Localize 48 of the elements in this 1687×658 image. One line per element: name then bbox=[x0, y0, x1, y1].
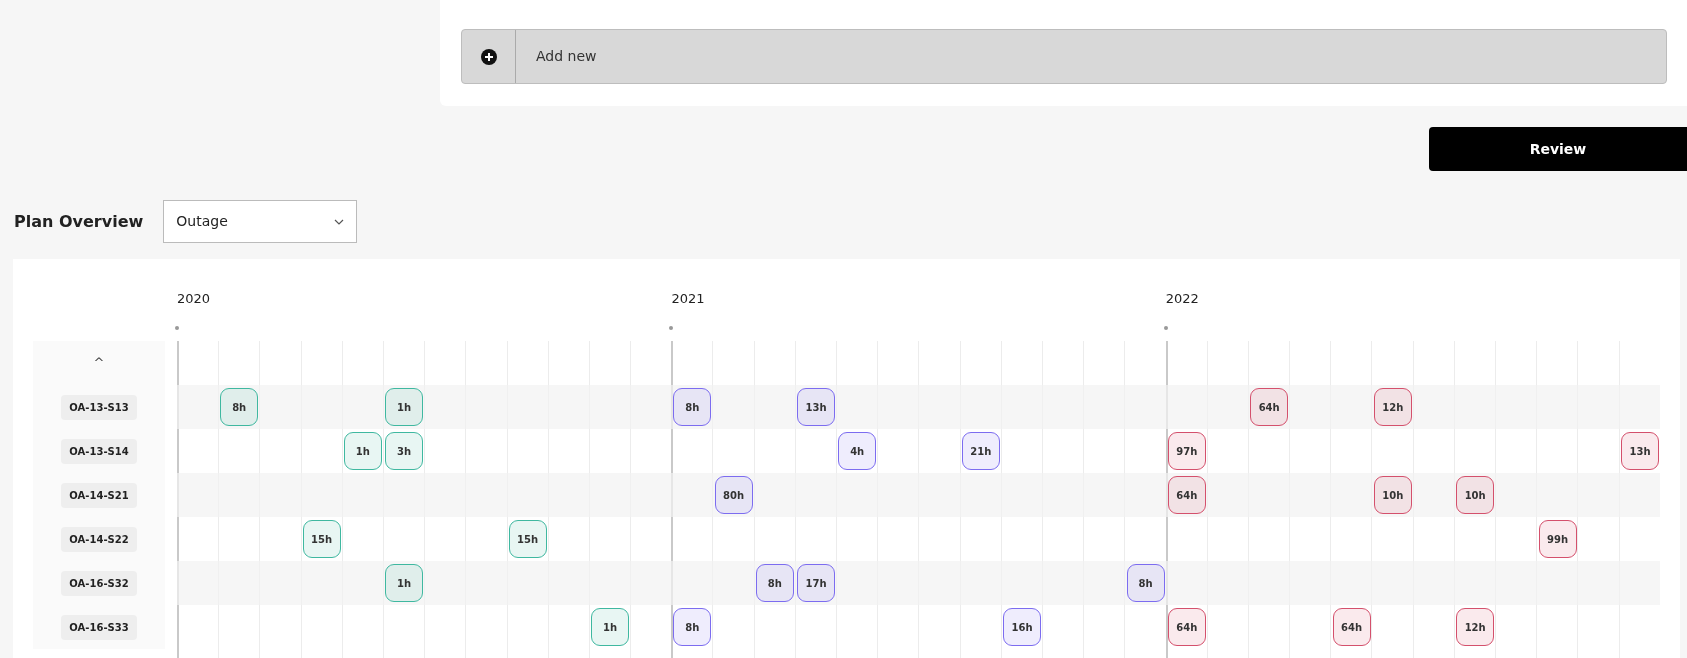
year-marker-icon bbox=[175, 325, 179, 330]
year-marker-icon bbox=[1163, 325, 1168, 330]
duration-chip[interactable]: 17h bbox=[797, 564, 835, 602]
duration-chip[interactable]: 1h bbox=[343, 432, 382, 470]
row-label: OA-14-S21 bbox=[61, 482, 137, 508]
duration-chip[interactable]: 1h bbox=[385, 388, 423, 426]
duration-chip[interactable]: 8h bbox=[220, 388, 259, 426]
duration-chip[interactable]: 12h bbox=[1456, 608, 1495, 646]
review-button[interactable]: Review bbox=[1429, 127, 1687, 171]
duration-chip[interactable]: 64h bbox=[1167, 476, 1206, 514]
duration-chip[interactable]: 64h bbox=[1332, 608, 1371, 646]
duration-chip[interactable]: 8h bbox=[755, 564, 794, 602]
duration-chip[interactable]: 16h bbox=[1003, 608, 1041, 646]
duration-chip[interactable]: 10h bbox=[1456, 476, 1495, 514]
chevron-down-icon bbox=[334, 218, 345, 225]
duration-chip[interactable]: 1h bbox=[591, 608, 629, 646]
row-label: OA-13-S13 bbox=[61, 394, 137, 420]
view-select[interactable]: Outage bbox=[163, 200, 358, 243]
year-label: 2021 bbox=[671, 291, 705, 306]
duration-chip[interactable]: 15h bbox=[508, 520, 547, 558]
row-label: OA-16-S32 bbox=[61, 570, 137, 596]
duration-chip[interactable]: 8h bbox=[673, 608, 712, 646]
plus-circle-icon bbox=[480, 48, 497, 65]
duration-chip[interactable]: 8h bbox=[1126, 564, 1165, 602]
duration-chip[interactable]: 12h bbox=[1373, 388, 1412, 426]
row-label: OA-14-S22 bbox=[61, 526, 137, 552]
duration-chip[interactable]: 8h bbox=[673, 388, 712, 426]
row-label: OA-13-S14 bbox=[61, 438, 137, 464]
duration-chip[interactable]: 21h bbox=[961, 432, 1000, 470]
duration-chip[interactable]: 64h bbox=[1250, 388, 1289, 426]
duration-chip[interactable]: 1h bbox=[385, 564, 423, 602]
duration-chip[interactable]: 10h bbox=[1373, 476, 1412, 514]
duration-chip[interactable]: 80h bbox=[714, 476, 753, 514]
duration-chip[interactable]: 4h bbox=[838, 432, 877, 470]
duration-chip[interactable]: 3h bbox=[385, 432, 423, 470]
duration-chip[interactable]: 15h bbox=[302, 520, 341, 558]
duration-chip[interactable]: 97h bbox=[1167, 432, 1206, 470]
add-new-button[interactable]: Add new bbox=[461, 29, 1667, 84]
year-label: 2022 bbox=[1165, 291, 1199, 306]
section-title: Plan Overview bbox=[14, 210, 144, 233]
duration-chip[interactable]: 13h bbox=[1621, 432, 1659, 470]
collapse-button[interactable]: ^ bbox=[33, 341, 165, 385]
row-label: OA-16-S33 bbox=[61, 614, 137, 640]
year-label: 2020 bbox=[177, 291, 211, 306]
duration-chip[interactable]: 13h bbox=[797, 388, 835, 426]
duration-chip[interactable]: 64h bbox=[1167, 608, 1206, 646]
duration-chip[interactable]: 99h bbox=[1538, 520, 1577, 558]
year-marker-icon bbox=[669, 325, 674, 330]
